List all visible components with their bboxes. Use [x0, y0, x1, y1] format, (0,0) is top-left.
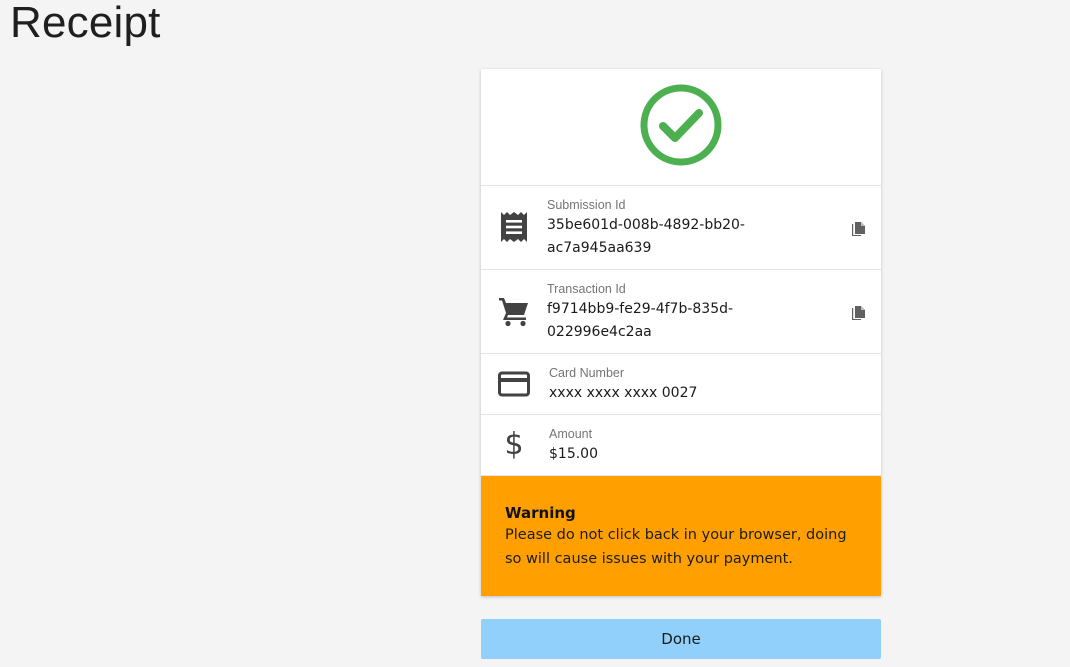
submission-id-label: Submission Id	[547, 198, 626, 212]
page-title: Receipt	[10, 0, 161, 47]
card-number-text: Card Number xxxx xxxx xxxx 0027	[549, 365, 835, 405]
amount-value: $15.00	[549, 446, 598, 462]
submission-id-value-line2: ac7a945aa639	[547, 240, 652, 256]
submission-id-row: Submission Id 35be601d-008b-4892-bb20- a…	[481, 186, 881, 270]
transaction-id-value-line1: f9714bb9-fe29-4f7b-835d-	[547, 301, 734, 317]
transaction-id-label: Transaction Id	[547, 282, 626, 296]
warning-banner: Warning Please do not click back in your…	[481, 476, 881, 596]
copy-transaction-id-button[interactable]	[849, 304, 867, 322]
dollar-icon: $	[504, 427, 524, 462]
card-number-row: Card Number xxxx xxxx xxxx 0027	[481, 354, 881, 415]
credit-card-icon	[497, 367, 531, 401]
warning-text-line1: Please do not click back in your browser…	[505, 527, 847, 543]
copy-submission-id-button[interactable]	[849, 220, 867, 238]
copy-icon	[851, 306, 865, 320]
warning-title: Warning	[505, 504, 576, 522]
warning-text-line2: so will cause issues with your payment.	[505, 551, 793, 567]
copy-icon	[851, 222, 865, 236]
amount-row: $ Amount $15.00	[481, 415, 881, 476]
check-circle-icon	[639, 83, 723, 171]
transaction-id-row: Transaction Id f9714bb9-fe29-4f7b-835d- …	[481, 270, 881, 354]
cart-icon	[497, 294, 531, 328]
card-number-label: Card Number	[549, 366, 625, 380]
amount-text: Amount $15.00	[549, 426, 835, 466]
status-header	[481, 69, 881, 186]
done-button[interactable]: Done	[481, 619, 881, 659]
submission-id-value-line1: 35be601d-008b-4892-bb20-	[547, 217, 745, 233]
receipt-icon	[497, 210, 531, 244]
amount-label: Amount	[549, 427, 593, 441]
transaction-id-text: Transaction Id f9714bb9-fe29-4f7b-835d- …	[547, 281, 835, 344]
card-number-value: xxxx xxxx xxxx 0027	[549, 385, 698, 401]
transaction-id-value-line2: 022996e4c2aa	[547, 324, 652, 340]
receipt-card: Submission Id 35be601d-008b-4892-bb20- a…	[481, 69, 881, 596]
submission-id-text: Submission Id 35be601d-008b-4892-bb20- a…	[547, 197, 835, 260]
